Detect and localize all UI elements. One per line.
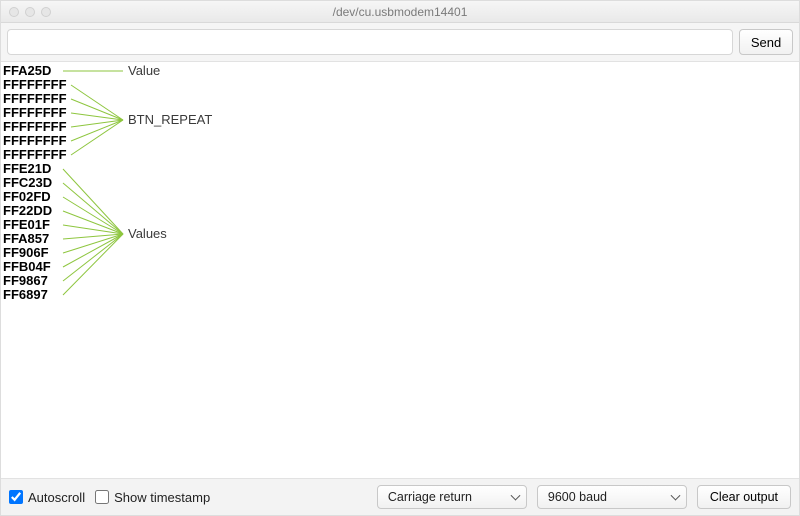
output-line: FFFFFFFF <box>3 78 67 92</box>
output-line: FF9867 <box>3 274 67 288</box>
output-line: FFFFFFFF <box>3 134 67 148</box>
output-line: FFFFFFFF <box>3 106 67 120</box>
bottom-bar: Autoscroll Show timestamp Carriage retur… <box>1 479 799 515</box>
annotation-values: Values <box>128 226 167 241</box>
send-button[interactable]: Send <box>739 29 793 55</box>
line-ending-select[interactable]: Carriage return <box>377 485 527 509</box>
output-line: FFE01F <box>3 218 67 232</box>
output-line: FFB04F <box>3 260 67 274</box>
close-icon[interactable] <box>9 7 19 17</box>
output-line: FFFFFFFF <box>3 120 67 134</box>
command-input[interactable] <box>7 29 733 55</box>
autoscroll-input[interactable] <box>9 490 23 504</box>
output-lines: FFA25DFFFFFFFFFFFFFFFFFFFFFFFFFFFFFFFFFF… <box>3 64 67 302</box>
output-line: FF22DD <box>3 204 67 218</box>
autoscroll-checkbox[interactable]: Autoscroll <box>9 490 85 505</box>
annotation-value: Value <box>128 63 160 78</box>
output-area[interactable]: FFA25DFFFFFFFFFFFFFFFFFFFFFFFFFFFFFFFFFF… <box>1 62 799 479</box>
baud-select[interactable]: 9600 baud <box>537 485 687 509</box>
output-line: FFA25D <box>3 64 67 78</box>
autoscroll-label: Autoscroll <box>28 490 85 505</box>
window-controls <box>1 7 51 17</box>
window-title: /dev/cu.usbmodem14401 <box>1 5 799 19</box>
output-line: FFC23D <box>3 176 67 190</box>
annotation-lines <box>1 62 799 479</box>
output-line: FFE21D <box>3 162 67 176</box>
line-ending-select-wrap: Carriage return <box>377 485 527 509</box>
output-line: FFFFFFFF <box>3 92 67 106</box>
timestamp-checkbox[interactable]: Show timestamp <box>95 490 210 505</box>
serial-monitor-window: /dev/cu.usbmodem14401 Send FFA25DFFFFFFF… <box>0 0 800 516</box>
output-line: FFFFFFFF <box>3 148 67 162</box>
minimize-icon[interactable] <box>25 7 35 17</box>
output-line: FF6897 <box>3 288 67 302</box>
output-line: FF906F <box>3 246 67 260</box>
zoom-icon[interactable] <box>41 7 51 17</box>
clear-output-button[interactable]: Clear output <box>697 485 791 509</box>
output-line: FF02FD <box>3 190 67 204</box>
titlebar: /dev/cu.usbmodem14401 <box>1 1 799 23</box>
annotation-btn-repeat: BTN_REPEAT <box>128 112 212 127</box>
timestamp-input[interactable] <box>95 490 109 504</box>
output-line: FFA857 <box>3 232 67 246</box>
timestamp-label: Show timestamp <box>114 490 210 505</box>
input-row: Send <box>1 23 799 62</box>
baud-select-wrap: 9600 baud <box>537 485 687 509</box>
